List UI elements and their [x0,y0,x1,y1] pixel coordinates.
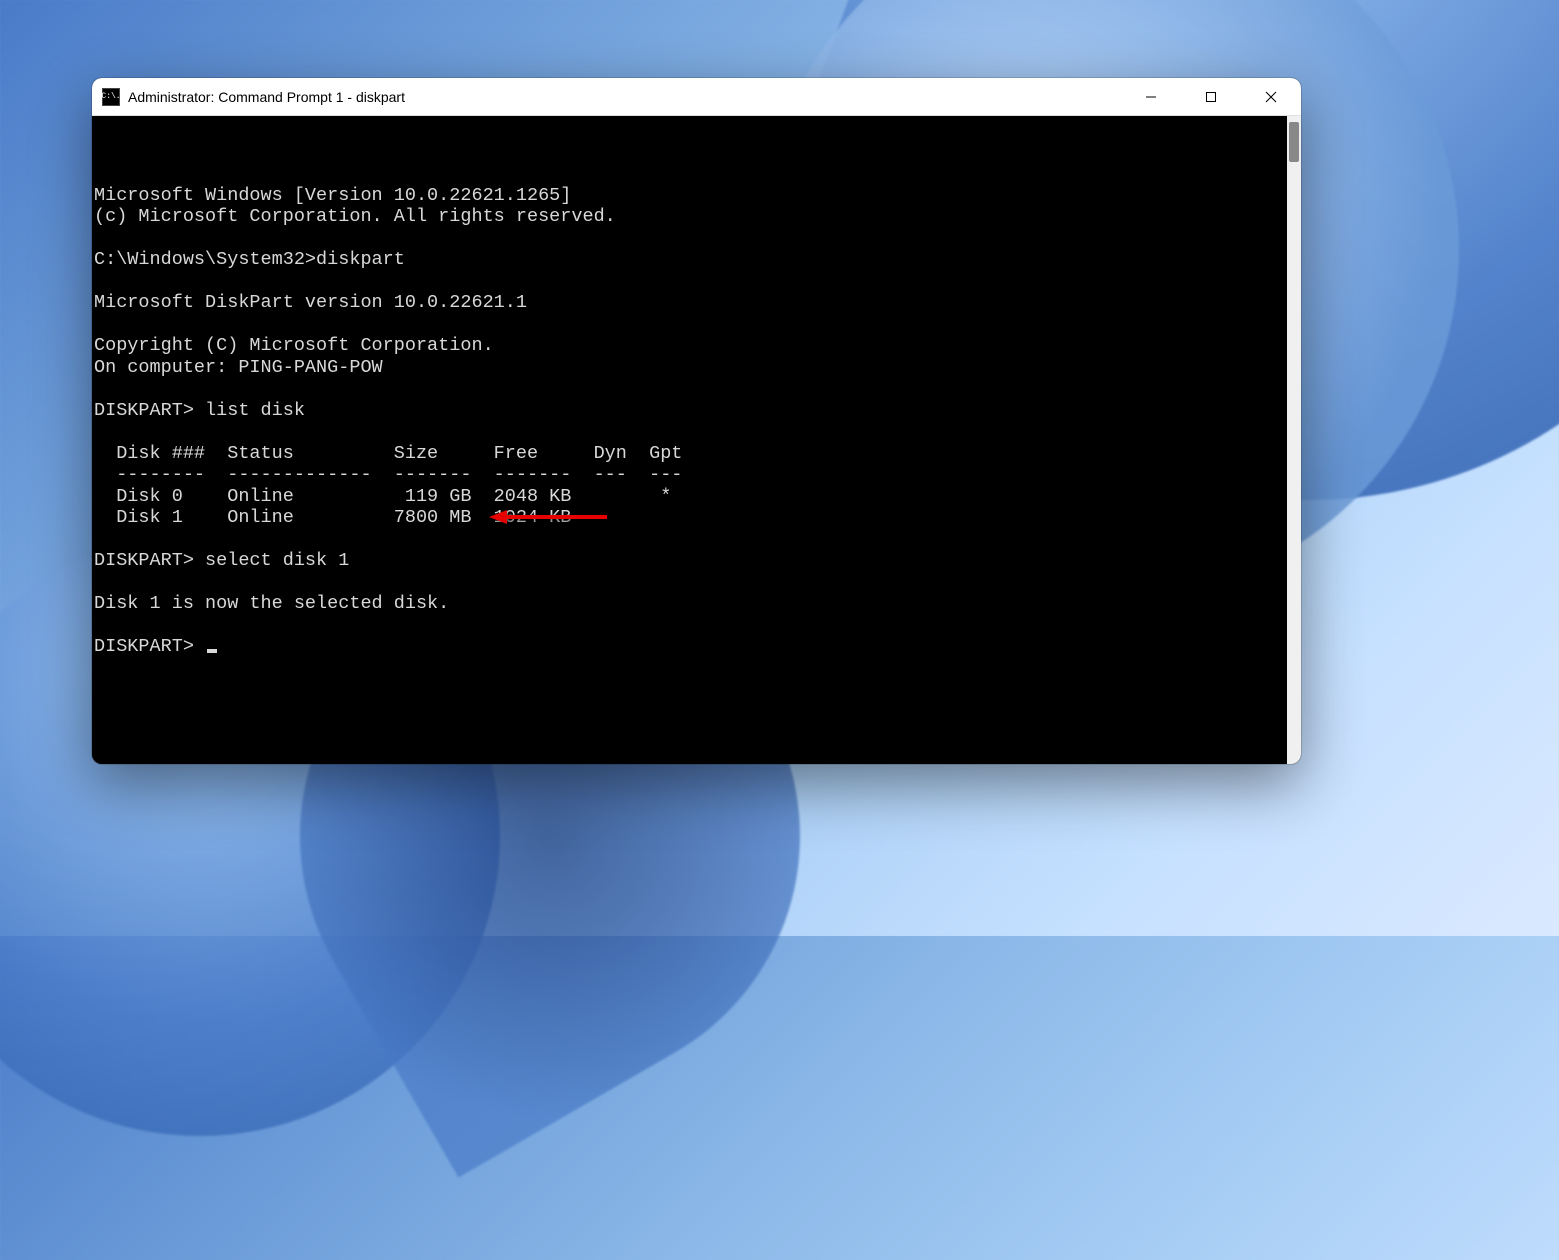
terminal-line: Microsoft DiskPart version 10.0.22621.1 [94,292,527,313]
terminal-line: DISKPART> select disk 1 [94,550,349,571]
terminal-line: Disk 1 is now the selected disk. [94,593,449,614]
close-icon [1265,91,1277,103]
terminal-line: On computer: PING-PANG-POW [94,357,383,378]
minimize-button[interactable] [1121,78,1181,116]
titlebar[interactable]: C:\. Administrator: Command Prompt 1 - d… [92,78,1301,116]
minimize-icon [1145,91,1157,103]
terminal-line: Copyright (C) Microsoft Corporation. [94,335,494,356]
terminal-line: (c) Microsoft Corporation. All rights re… [94,206,616,227]
terminal-line: C:\Windows\System32>diskpart [94,249,405,270]
titlebar-left: C:\. Administrator: Command Prompt 1 - d… [102,88,405,106]
terminal-line: Microsoft Windows [Version 10.0.22621.12… [94,185,571,206]
window-title: Administrator: Command Prompt 1 - diskpa… [128,89,405,105]
window-controls [1121,78,1301,116]
close-button[interactable] [1241,78,1301,116]
terminal-content: Microsoft Windows [Version 10.0.22621.12… [92,163,1301,658]
terminal-prompt: DISKPART> [94,636,205,657]
terminal-line: -------- ------------- ------- ------- -… [94,464,682,485]
command-prompt-window: C:\. Administrator: Command Prompt 1 - d… [92,78,1301,764]
cmd-icon: C:\. [102,88,120,106]
terminal-line: Disk 1 Online 7800 MB 1024 KB [94,507,571,528]
terminal-body[interactable]: Microsoft Windows [Version 10.0.22621.12… [92,116,1301,764]
terminal-line: DISKPART> list disk [94,400,305,421]
cursor-icon [207,649,217,653]
scrollbar-thumb[interactable] [1289,122,1299,162]
scrollbar-track[interactable] [1287,116,1301,764]
maximize-icon [1205,91,1217,103]
terminal-line: Disk ### Status Size Free Dyn Gpt [94,443,682,464]
terminal-line: Disk 0 Online 119 GB 2048 KB * [94,486,671,507]
maximize-button[interactable] [1181,78,1241,116]
